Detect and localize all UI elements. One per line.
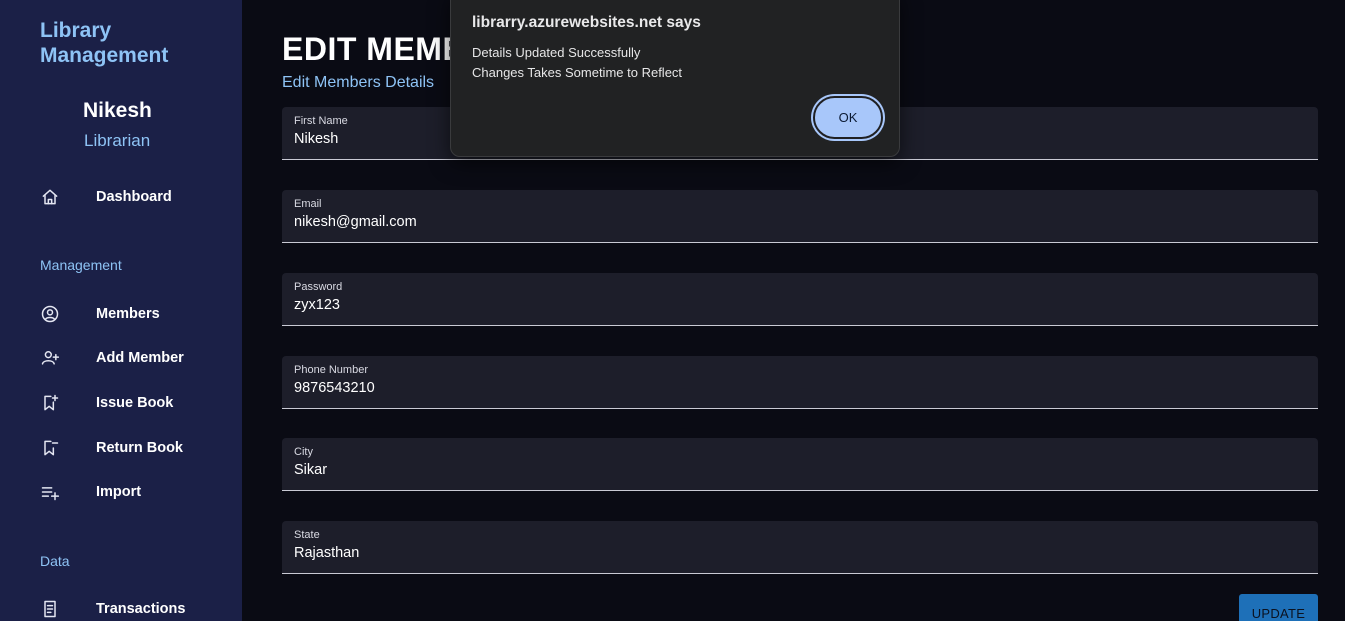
- field-label: City: [294, 446, 313, 458]
- bookmark-add-icon: [40, 393, 60, 413]
- email-field[interactable]: Email: [282, 190, 1318, 243]
- bookmark-return-icon: [40, 438, 60, 458]
- app-window: Library Management Nikesh Librarian Dash…: [0, 0, 1345, 621]
- sidebar-item-dashboard[interactable]: Dashboard: [0, 179, 242, 215]
- field-label: Password: [294, 281, 343, 293]
- field-label: Email: [294, 198, 322, 210]
- dialog-message-line-1: Details Updated Successfully: [472, 45, 641, 60]
- sidebar-item-label: Issue Book: [96, 395, 174, 411]
- field-label: First Name: [294, 115, 348, 127]
- sidebar-item-label: Transactions: [96, 601, 186, 617]
- sidebar-item-import[interactable]: Import: [0, 474, 242, 510]
- phone-number-input[interactable]: [294, 380, 1294, 396]
- user-circle-icon: [40, 304, 60, 324]
- profile-name: Nikesh: [83, 99, 152, 122]
- section-label-management: Management: [40, 257, 122, 273]
- section-label-data: Data: [40, 553, 70, 569]
- page-subtitle: Edit Members Details: [282, 74, 435, 91]
- sidebar-item-label: Dashboard: [96, 189, 172, 205]
- update-button[interactable]: UPDATE: [1239, 594, 1318, 621]
- sidebar-item-label: Return Book: [96, 440, 183, 456]
- field-label: Phone Number: [294, 364, 368, 376]
- sidebar-item-members[interactable]: Members: [0, 296, 242, 332]
- sidebar-item-label: Import: [96, 484, 142, 500]
- playlist-add-icon: [40, 482, 60, 502]
- sidebar: Library Management Nikesh Librarian Dash…: [0, 0, 242, 621]
- state-input[interactable]: [294, 545, 1294, 561]
- password-input[interactable]: [294, 297, 1294, 313]
- receipt-icon: [40, 599, 60, 619]
- city-input[interactable]: [294, 462, 1294, 478]
- city-field[interactable]: City: [282, 438, 1318, 491]
- sidebar-item-add-member[interactable]: Add Member: [0, 340, 242, 376]
- sidebar-item-return-book[interactable]: Return Book: [0, 430, 242, 466]
- ok-button[interactable]: OK: [813, 96, 883, 139]
- profile-role: Librarian: [84, 131, 151, 150]
- sidebar-item-label: Add Member: [96, 350, 184, 366]
- user-add-icon: [40, 348, 60, 368]
- dialog-title: librarry.azurewebsites.net says: [472, 14, 701, 31]
- sidebar-item-transactions[interactable]: Transactions: [0, 591, 242, 621]
- field-label: State: [294, 529, 320, 541]
- home-icon: [40, 187, 60, 207]
- phone-number-field[interactable]: Phone Number: [282, 356, 1318, 409]
- password-field[interactable]: Password: [282, 273, 1318, 326]
- state-field[interactable]: State: [282, 521, 1318, 574]
- sidebar-item-label: Members: [96, 306, 160, 322]
- dialog-message-line-2: Changes Takes Sometime to Reflect: [472, 65, 683, 80]
- brand-title: Library Management: [40, 19, 169, 67]
- email-input[interactable]: [294, 214, 1294, 230]
- sidebar-item-issue-book[interactable]: Issue Book: [0, 385, 242, 421]
- alert-dialog: librarry.azurewebsites.net says Details …: [450, 0, 900, 157]
